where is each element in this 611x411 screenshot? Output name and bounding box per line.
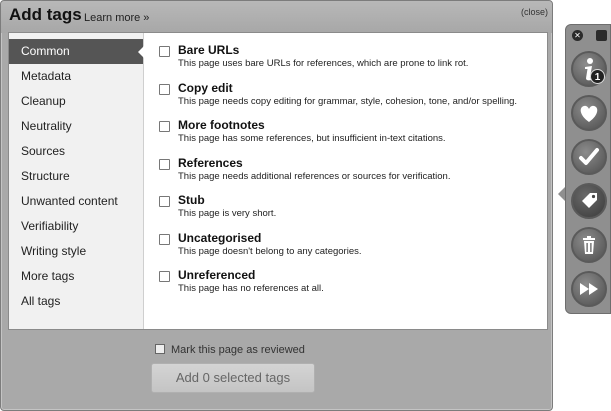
- menu-item-more-tags[interactable]: More tags: [9, 264, 143, 289]
- tag-checkbox-uncategorised[interactable]: [159, 233, 170, 245]
- like-button[interactable]: [571, 95, 607, 131]
- tag-option: Uncategorised This page doesn't belong t…: [159, 231, 544, 259]
- fast-forward-icon: [580, 283, 598, 295]
- next-page-button[interactable]: [571, 271, 607, 307]
- tag-content-area: Common Metadata Cleanup Neutrality Sourc…: [8, 32, 548, 330]
- curation-toolbar: ✕: [565, 24, 611, 314]
- menu-item-all-tags[interactable]: All tags: [9, 289, 143, 314]
- menu-item-sources[interactable]: Sources: [9, 139, 143, 164]
- tag-description: This page is very short.: [178, 208, 277, 219]
- tag-name[interactable]: Unreferenced: [178, 268, 544, 283]
- tag-name[interactable]: References: [178, 156, 544, 171]
- toolbar-close-icon[interactable]: ✕: [572, 30, 583, 41]
- tag-checkbox-more-footnotes[interactable]: [159, 121, 170, 132]
- heart-icon: [580, 105, 598, 122]
- flyout-header: Add tags Learn more » (close): [1, 1, 552, 33]
- menu-item-structure[interactable]: Structure: [9, 164, 143, 189]
- add-tags-flyout: Add tags Learn more » (close) Common Met…: [0, 0, 553, 411]
- mark-reviewed-checkbox[interactable]: [155, 344, 165, 354]
- mark-reviewed-option[interactable]: Mark this page as reviewed: [155, 344, 305, 356]
- tag-checkbox-references[interactable]: [159, 158, 170, 170]
- menu-item-metadata[interactable]: Metadata: [9, 64, 143, 89]
- tag-name[interactable]: Uncategorised: [178, 231, 544, 246]
- tag-option: Stub This page is very short.: [159, 193, 544, 221]
- add-selected-tags-button[interactable]: Add 0 selected tags: [151, 363, 315, 393]
- tag-description: This page has no references at all.: [178, 283, 324, 294]
- menu-item-verifiability[interactable]: Verifiability: [9, 214, 143, 239]
- tag-description: This page doesn't belong to any categori…: [178, 245, 362, 257]
- learn-more-link[interactable]: Learn more »: [84, 12, 149, 24]
- toolbar-top-controls: ✕: [570, 29, 610, 43]
- tag-option: More footnotes This page has some refere…: [159, 118, 544, 146]
- mark-reviewed-button[interactable]: [571, 139, 607, 175]
- menu-item-unwanted-content[interactable]: Unwanted content: [9, 189, 143, 214]
- tag-option: Unreferenced This page has no references…: [159, 268, 544, 296]
- info-count-badge: 1: [590, 69, 605, 84]
- tag-category-menu: Common Metadata Cleanup Neutrality Sourc…: [9, 33, 144, 329]
- checkmark-icon: [579, 148, 599, 165]
- menu-item-neutrality[interactable]: Neutrality: [9, 114, 143, 139]
- menu-item-writing-style[interactable]: Writing style: [9, 239, 143, 264]
- tag-name[interactable]: More footnotes: [178, 118, 544, 133]
- tag-description: This page needs copy editing for grammar…: [178, 95, 518, 107]
- close-link[interactable]: (close): [521, 7, 548, 17]
- tag-name[interactable]: Bare URLs: [178, 43, 544, 58]
- tag-option: References This page needs additional re…: [159, 156, 544, 184]
- menu-item-cleanup[interactable]: Cleanup: [9, 89, 143, 114]
- tag-option: Bare URLs This page uses bare URLs for r…: [159, 43, 544, 71]
- mark-reviewed-label: Mark this page as reviewed: [171, 344, 305, 356]
- add-tags-button[interactable]: [571, 183, 607, 219]
- tag-option: Copy edit This page needs copy editing f…: [159, 81, 544, 109]
- tag-description: This page needs additional references or…: [178, 170, 451, 182]
- tag-icon: [582, 193, 597, 208]
- tag-checkbox-copy-edit[interactable]: [159, 83, 170, 95]
- tag-name[interactable]: Copy edit: [178, 81, 544, 96]
- tag-checkbox-stub[interactable]: [159, 196, 170, 207]
- flyout-title: Add tags: [9, 5, 82, 24]
- tag-name[interactable]: Stub: [178, 193, 544, 208]
- delete-button[interactable]: [571, 227, 607, 263]
- toolbar-dock-icon[interactable]: [596, 30, 607, 41]
- tag-description: This page uses bare URLs for references,…: [178, 58, 469, 69]
- tag-list: Bare URLs This page uses bare URLs for r…: [159, 43, 544, 306]
- tag-checkbox-unreferenced[interactable]: [159, 271, 170, 282]
- menu-item-common[interactable]: Common: [9, 39, 144, 64]
- tag-description: This page has some references, but insuf…: [178, 133, 446, 144]
- tag-checkbox-bare-urls[interactable]: [159, 46, 170, 57]
- trash-icon: [583, 236, 595, 254]
